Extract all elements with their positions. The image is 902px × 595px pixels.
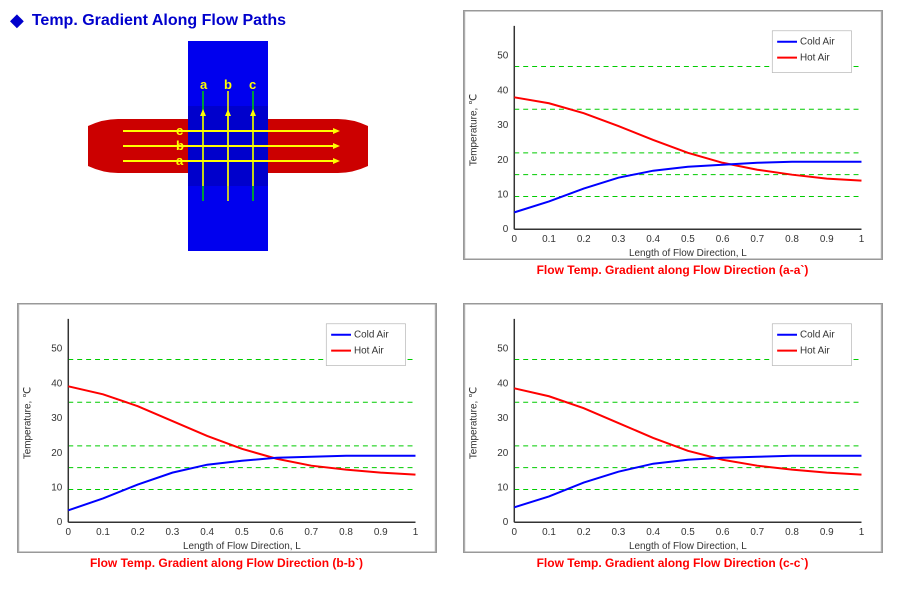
chart-bb: 0 0.1 0.2 0.3 0.4 0.5 0.6 0.7 0.8 0.9 1 … <box>17 303 437 553</box>
svg-text:Hot Air: Hot Air <box>799 345 829 356</box>
svg-text:Temperature, ℃: Temperature, ℃ <box>22 386 33 458</box>
svg-text:0.6: 0.6 <box>715 234 729 245</box>
svg-text:0: 0 <box>511 527 517 538</box>
svg-text:30: 30 <box>497 120 509 131</box>
svg-text:30: 30 <box>51 413 63 424</box>
svg-text:0.7: 0.7 <box>304 527 318 538</box>
svg-text:20: 20 <box>51 447 63 458</box>
main-title: Temp. Gradient Along Flow Paths <box>32 12 286 30</box>
svg-text:Length of Flow Direction, L: Length of Flow Direction, L <box>182 541 300 552</box>
title-bar: ◆ Temp. Gradient Along Flow Paths <box>10 10 286 31</box>
svg-text:b: b <box>176 138 184 153</box>
svg-text:0.8: 0.8 <box>785 234 799 245</box>
svg-text:Cold Air: Cold Air <box>799 329 834 340</box>
chart-cc: 0 0.1 0.2 0.3 0.4 0.5 0.6 0.7 0.8 0.9 1 … <box>463 303 883 553</box>
svg-text:1: 1 <box>858 234 864 245</box>
svg-text:0.9: 0.9 <box>819 234 833 245</box>
svg-text:c: c <box>249 77 256 92</box>
chart-aa-title: Flow Temp. Gradient along Flow Direction… <box>537 263 809 277</box>
svg-text:0.1: 0.1 <box>542 234 556 245</box>
svg-text:0.8: 0.8 <box>339 527 353 538</box>
svg-text:0.3: 0.3 <box>611 234 625 245</box>
svg-text:0.1: 0.1 <box>96 527 110 538</box>
svg-text:c: c <box>176 123 183 138</box>
svg-text:0: 0 <box>56 517 62 528</box>
chart-aa: 0 0.1 0.2 0.3 0.4 0.5 0.6 0.7 0.8 0.9 1 … <box>463 10 883 260</box>
chart-bb-panel: 0 0.1 0.2 0.3 0.4 0.5 0.6 0.7 0.8 0.9 1 … <box>5 298 451 591</box>
diamond-icon: ◆ <box>10 10 24 31</box>
svg-text:Cold Air: Cold Air <box>799 37 834 48</box>
svg-text:1: 1 <box>412 527 418 538</box>
svg-text:a: a <box>200 77 208 92</box>
chart-aa-panel: 0 0.1 0.2 0.3 0.4 0.5 0.6 0.7 0.8 0.9 1 … <box>451 5 897 298</box>
svg-text:0.7: 0.7 <box>750 234 764 245</box>
svg-text:Temperature, ℃: Temperature, ℃ <box>468 94 479 166</box>
svg-text:1: 1 <box>858 527 864 538</box>
svg-text:0.4: 0.4 <box>646 527 660 538</box>
svg-text:0: 0 <box>502 517 508 528</box>
svg-text:0.5: 0.5 <box>680 527 694 538</box>
svg-text:0.6: 0.6 <box>269 527 283 538</box>
chart-bb-title: Flow Temp. Gradient along Flow Direction… <box>90 556 363 570</box>
svg-text:10: 10 <box>51 482 63 493</box>
svg-text:Temperature, ℃: Temperature, ℃ <box>468 386 479 458</box>
svg-text:0.8: 0.8 <box>785 527 799 538</box>
svg-text:0: 0 <box>502 224 508 235</box>
svg-text:0.1: 0.1 <box>542 527 556 538</box>
svg-text:Hot Air: Hot Air <box>353 345 383 356</box>
svg-text:0.6: 0.6 <box>715 527 729 538</box>
svg-text:50: 50 <box>497 343 509 354</box>
svg-text:Length of Flow Direction, L: Length of Flow Direction, L <box>628 248 746 259</box>
svg-text:0: 0 <box>65 527 71 538</box>
svg-text:10: 10 <box>497 189 509 200</box>
svg-text:0.5: 0.5 <box>234 527 248 538</box>
svg-text:a: a <box>176 153 184 168</box>
svg-text:Length of Flow Direction, L: Length of Flow Direction, L <box>628 541 746 552</box>
svg-text:40: 40 <box>497 85 509 96</box>
heat-exchanger-diagram: a b c c b a <box>88 41 368 251</box>
svg-text:0: 0 <box>511 234 517 245</box>
svg-text:0.5: 0.5 <box>680 234 694 245</box>
svg-text:40: 40 <box>51 378 63 389</box>
svg-text:Hot Air: Hot Air <box>799 53 829 64</box>
top-left-panel: ◆ Temp. Gradient Along Flow Paths <box>5 5 451 298</box>
svg-text:0.9: 0.9 <box>819 527 833 538</box>
svg-text:b: b <box>224 77 232 92</box>
svg-text:50: 50 <box>51 343 63 354</box>
chart-cc-panel: 0 0.1 0.2 0.3 0.4 0.5 0.6 0.7 0.8 0.9 1 … <box>451 298 897 591</box>
svg-text:20: 20 <box>497 155 509 166</box>
main-container: ◆ Temp. Gradient Along Flow Paths <box>0 0 902 595</box>
svg-text:40: 40 <box>497 378 509 389</box>
svg-text:0.3: 0.3 <box>611 527 625 538</box>
svg-text:20: 20 <box>497 447 509 458</box>
svg-text:0.2: 0.2 <box>576 234 590 245</box>
svg-text:0.4: 0.4 <box>646 234 660 245</box>
svg-text:30: 30 <box>497 413 509 424</box>
svg-text:0.7: 0.7 <box>750 527 764 538</box>
svg-text:0.3: 0.3 <box>165 527 179 538</box>
svg-text:0.4: 0.4 <box>200 527 214 538</box>
svg-text:50: 50 <box>497 51 509 62</box>
svg-text:0.2: 0.2 <box>130 527 144 538</box>
svg-text:0.2: 0.2 <box>576 527 590 538</box>
svg-text:10: 10 <box>497 482 509 493</box>
svg-text:Cold Air: Cold Air <box>353 329 388 340</box>
chart-cc-title: Flow Temp. Gradient along Flow Direction… <box>537 556 809 570</box>
svg-text:0.9: 0.9 <box>373 527 387 538</box>
